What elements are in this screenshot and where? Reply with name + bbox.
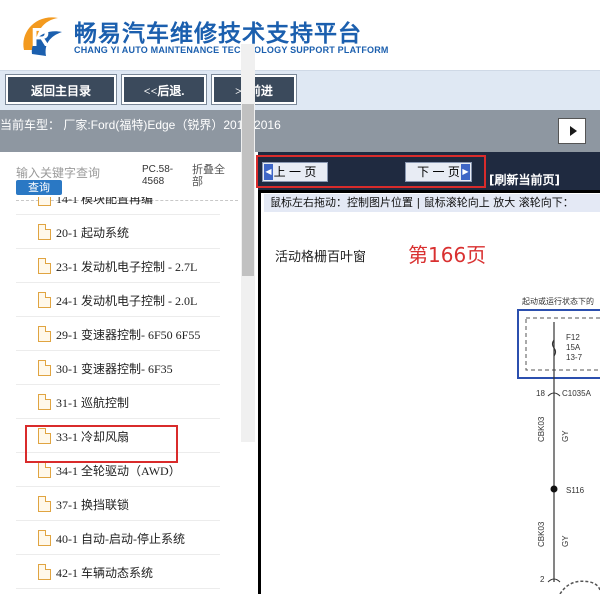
- hint-bar: 鼠标左右拖动：控制图片位置 | 鼠标滚轮向上 放大 滚轮向下：: [264, 194, 600, 212]
- tree-item-label: 24-1 发动机电子控制 - 2.0L: [56, 294, 198, 308]
- page-number: 第166页: [408, 243, 487, 267]
- wire-color: GY: [561, 535, 570, 547]
- tree-item-label: 14-1 模块配置再编: [56, 197, 153, 206]
- scrollbar-thumb[interactable]: [242, 104, 254, 276]
- diagram-title: 活动格栅百叶窗: [275, 250, 367, 265]
- fuse-box-inner: [525, 317, 600, 371]
- tree-item-label: 30-1 变速器控制- 6F35: [56, 362, 173, 376]
- tree-item[interactable]: 23-1 发动机电子控制 - 2.7L: [16, 249, 220, 283]
- refresh-page-link[interactable]: [刷新当前页]: [489, 171, 560, 188]
- document-icon: [38, 224, 51, 240]
- tree-item-label: 29-1 变速器控制- 6F50 6F55: [56, 328, 201, 342]
- tree-item[interactable]: 30-1 变速器控制- 6F35: [16, 351, 220, 385]
- home-button[interactable]: 返回主目录: [5, 74, 117, 105]
- toggle-panel-button[interactable]: [558, 118, 586, 144]
- changyi-logo-icon: R: [23, 17, 62, 56]
- document-icon: [38, 530, 51, 546]
- tree-item[interactable]: 29-1 变速器控制- 6F50 6F55: [16, 317, 220, 351]
- pc-info: PC.58-4568: [142, 164, 174, 187]
- brand-subtitle: CHANG YI AUTO MAINTENANCE TECHNOLOGY SUP…: [74, 45, 389, 55]
- document-icon: [38, 197, 51, 206]
- tree-item[interactable]: 37-1 换挡联锁: [16, 487, 220, 521]
- left-panel: 输入关键字查询 查询 PC.58-4568 折叠全部 14-1 模块配置再编 2…: [0, 152, 258, 594]
- document-icon: [38, 292, 51, 308]
- tree-item[interactable]: 31-1 巡航控制: [16, 385, 220, 419]
- search-input[interactable]: 输入关键字查询: [16, 164, 138, 181]
- wire-code: CBK03: [537, 521, 546, 547]
- splice-label: S116: [566, 486, 585, 495]
- fuse-rating: 15A: [566, 343, 581, 352]
- tree-item[interactable]: 40-1 自动-启动-停止系统: [16, 521, 220, 555]
- pin-label: 2: [540, 575, 545, 584]
- document-icon: [38, 360, 51, 376]
- tree-item-label: 37-1 换挡联锁: [56, 498, 129, 512]
- collapse-all-link[interactable]: 折叠全部: [192, 164, 232, 188]
- diagram-caption: 起动或运行状态下的: [522, 296, 594, 306]
- back-button[interactable]: <<后退.: [121, 74, 207, 105]
- tree-item-label: 40-1 自动-启动-停止系统: [56, 532, 185, 546]
- document-icon: [38, 394, 51, 410]
- nav-bar: 返回主目录 <<后退. >>前进: [0, 70, 600, 110]
- pin-label: 18: [536, 389, 545, 398]
- tree-item-label: 23-1 发动机电子控制 - 2.7L: [56, 260, 198, 274]
- tree-item-label: 34-1 全轮驱动（AWD）: [56, 464, 181, 478]
- wiring-diagram[interactable]: 起动或运行状态下的 F12 15A 13-7 18 C1035A CBK03 G…: [500, 292, 600, 594]
- tree-list: 14-1 模块配置再编 20-1 起动系统 23-1 发动机电子控制 - 2.7…: [0, 197, 238, 594]
- tree-item[interactable]: 14-1 模块配置再编: [16, 197, 220, 215]
- fuse-location: 13-7: [566, 353, 583, 362]
- splice-dot: [550, 485, 558, 493]
- tree-item-label: 31-1 巡航控制: [56, 396, 129, 410]
- highlight-box: [256, 155, 486, 188]
- connector-outline: [559, 580, 600, 594]
- tree-item[interactable]: 42-1 车辆动态系统: [16, 555, 220, 589]
- tree-item-label: 20-1 起动系统: [56, 226, 129, 240]
- tree-item[interactable]: 24-1 发动机电子控制 - 2.0L: [16, 283, 220, 317]
- fuse-box: [517, 309, 600, 379]
- wire-color: GY: [561, 430, 570, 442]
- highlight-box: [25, 425, 178, 463]
- tree-item-label: 42-1 车辆动态系统: [56, 566, 153, 580]
- brand-title: 畅易汽车维修技术支持平台: [74, 21, 362, 47]
- document-icon: [38, 462, 51, 478]
- car-model-bar: 当前车型： 厂家:Ford(福特)Edge（锐界）2015-2016: [0, 110, 600, 152]
- car-model-label: 当前车型： 厂家:Ford(福特)Edge（锐界）2015-2016: [0, 118, 281, 132]
- document-icon: [38, 496, 51, 512]
- fuse-name: F12: [566, 333, 580, 342]
- svg-text:R: R: [31, 22, 50, 52]
- connector-label: C1035A: [562, 389, 592, 398]
- document-icon: [38, 258, 51, 274]
- header: R 畅易汽车维修技术支持平台 CHANG YI AUTO MAINTENANCE…: [0, 0, 600, 70]
- wire-code: CBK03: [537, 416, 546, 442]
- search-button[interactable]: 查询: [16, 180, 62, 195]
- document-icon: [38, 326, 51, 342]
- tree-item[interactable]: 20-1 起动系统: [16, 215, 220, 249]
- document-icon: [38, 564, 51, 580]
